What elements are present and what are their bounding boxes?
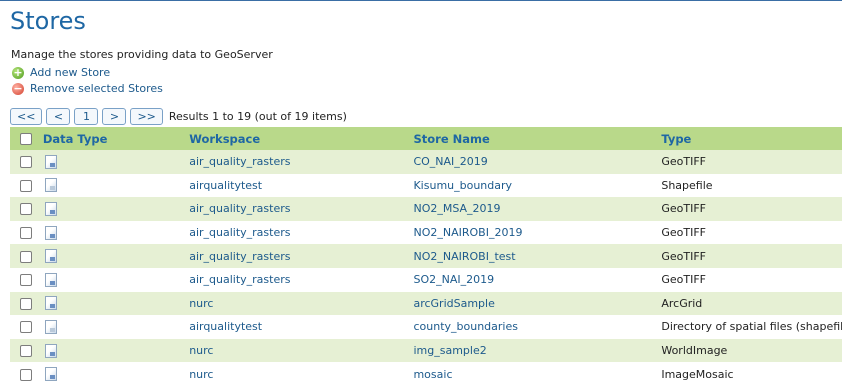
store-type: GeoTIFF [661,155,706,169]
store-name-link[interactable]: NO2_NAIROBI_test [413,250,515,263]
header-type[interactable]: Type [661,127,842,150]
page-description: Manage the stores providing data to GeoS… [11,48,273,61]
header-store-name[interactable]: Store Name [413,127,661,150]
table-row: air_quality_rasters CO_NAI_2019 GeoTIFF [10,150,842,174]
table-row: airqualitytest county_boundaries Directory… [10,315,842,339]
row-checkbox[interactable] [20,156,33,169]
workspace-link[interactable]: air_quality_rasters [189,155,290,168]
row-checkbox[interactable] [20,227,33,240]
table-row: air_quality_rasters NO2_NAIROBI_2019 GeoTI… [10,220,842,245]
store-type: WorldImage [661,344,728,358]
store-name-link[interactable]: mosaic [413,368,452,381]
raster-store-icon [44,225,57,240]
store-type: GeoTIFF [661,249,706,263]
store-type: Shapefile [661,178,713,192]
table-row: air_quality_rasters NO2_MSA_2019 GeoTIFF [10,197,842,221]
raster-store-icon [44,201,57,216]
stores-table: Data Type Workspace Store Name Type air_… [10,127,842,386]
store-type: GeoTIFF [661,226,706,240]
table-row: air_quality_rasters NO2_NAIROBI_test GeoTI… [10,244,842,268]
row-checkbox[interactable] [20,179,33,192]
header-data-type[interactable]: Data Type [43,127,189,150]
page-title: Stores [10,7,86,35]
row-checkbox[interactable] [20,368,33,381]
table-row: airqualitytest Kisumu_boundary Shapefile [10,173,842,198]
store-name-link[interactable]: arcGridSample [413,297,494,310]
raster-store-icon [44,249,57,264]
first-page-button[interactable]: << [10,108,43,125]
store-name-link[interactable]: county_boundaries [413,320,518,333]
workspace-link[interactable]: air_quality_rasters [189,273,290,286]
table-header-row: Data Type Workspace Store Name Type [10,127,842,150]
row-checkbox[interactable] [20,250,33,263]
workspace-link[interactable]: air_quality_rasters [189,250,290,263]
workspace-link[interactable]: nurc [189,344,213,357]
table-row: nurc img_sample2 WorldImage [10,338,842,363]
add-new-store-link[interactable]: + Add new Store [12,66,110,79]
row-checkbox[interactable] [20,321,33,334]
store-type: ArcGrid [661,296,703,310]
add-new-store-label: Add new Store [30,66,111,79]
workspace-link[interactable]: nurc [189,368,213,381]
store-type: GeoTIFF [661,273,706,287]
page-1-button[interactable]: 1 [74,108,99,125]
next-page-button[interactable]: > [102,108,127,125]
workspace-link[interactable]: air_quality_rasters [189,202,290,215]
pagination: << < 1 > >> Results 1 to 19 (out of 19 i… [10,108,347,125]
vector-store-icon [44,319,57,334]
store-name-link[interactable]: Kisumu_boundary [413,179,512,192]
remove-selected-stores-link[interactable]: − Remove selected Stores [12,82,163,95]
header-workspace[interactable]: Workspace [189,127,413,150]
store-name-link[interactable]: CO_NAI_2019 [413,155,487,168]
table-row: air_quality_rasters SO2_NAI_2019 GeoTIFF [10,267,842,292]
store-name-link[interactable]: NO2_MSA_2019 [413,202,500,215]
remove-icon: − [12,82,24,95]
store-type: ImageMosaic [661,367,734,381]
store-name-link[interactable]: SO2_NAI_2019 [413,273,494,286]
workspace-link[interactable]: airqualitytest [189,320,262,333]
row-checkbox[interactable] [20,345,33,358]
raster-store-icon [44,367,57,382]
row-checkbox[interactable] [20,203,33,216]
vector-store-icon [44,178,57,193]
workspace-link[interactable]: air_quality_rasters [189,226,290,239]
add-icon: + [12,66,24,79]
store-type: Directory of spatial files (shapefiles) [661,320,842,334]
workspace-link[interactable]: nurc [189,297,213,310]
raster-store-icon [44,343,57,358]
store-name-link[interactable]: NO2_NAIROBI_2019 [413,226,522,239]
results-info: Results 1 to 19 (out of 19 items) [168,110,347,123]
row-checkbox[interactable] [20,274,33,287]
store-name-link[interactable]: img_sample2 [413,344,486,357]
raster-store-icon [44,154,57,169]
row-checkbox[interactable] [20,297,33,310]
store-type: GeoTIFF [661,202,706,216]
workspace-link[interactable]: airqualitytest [189,179,262,192]
select-all-checkbox[interactable] [20,133,33,145]
remove-selected-stores-label: Remove selected Stores [30,82,163,95]
previous-page-button[interactable]: < [46,108,71,125]
last-page-button[interactable]: >> [130,108,163,125]
table-row: nurc mosaic ImageMosaic [10,362,842,386]
raster-store-icon [44,272,57,287]
table-row: nurc arcGridSample ArcGrid [10,291,842,316]
raster-store-icon [44,296,57,311]
